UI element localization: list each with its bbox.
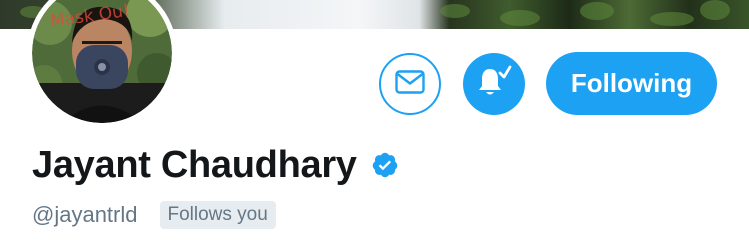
following-button[interactable]: Following xyxy=(546,52,717,115)
handle-row: @jayantrld Follows you xyxy=(32,200,276,230)
notifications-button[interactable] xyxy=(463,53,525,115)
name-row: Jayant Chaudhary xyxy=(32,143,399,187)
bell-check-icon xyxy=(476,65,512,104)
verified-badge-icon xyxy=(371,151,399,179)
profile-handle: @jayantrld xyxy=(32,202,138,227)
follows-you-badge: Follows you xyxy=(159,201,276,229)
profile-avatar[interactable]: Mask Ou! xyxy=(27,0,177,128)
message-button[interactable] xyxy=(379,53,441,115)
display-name: Jayant Chaudhary xyxy=(32,144,357,186)
envelope-icon xyxy=(395,69,425,99)
